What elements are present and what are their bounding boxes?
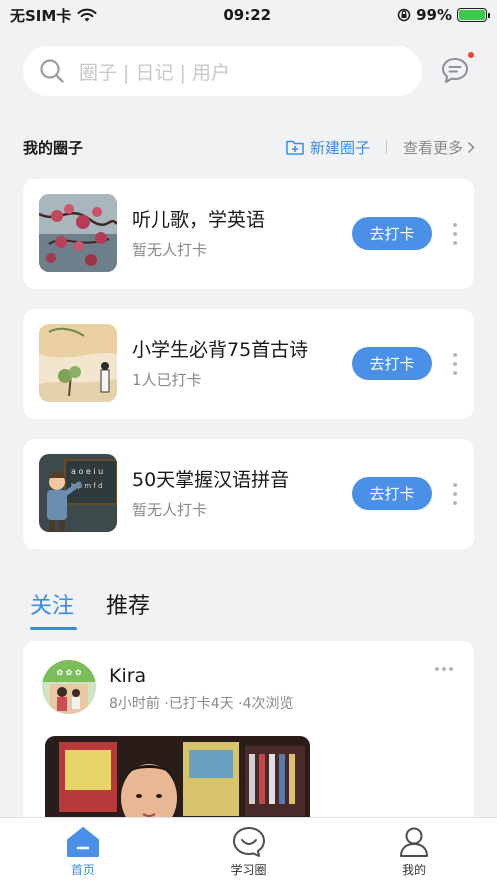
nav-study-circle-label: 学习圈 <box>230 863 267 877</box>
feed-tabs: 关注 推荐 <box>30 588 150 630</box>
carrier-label: 无SIM卡 <box>10 6 72 25</box>
more-options-icon[interactable] <box>451 353 459 375</box>
profile-icon <box>400 827 429 857</box>
circle-thumbnail <box>39 194 117 272</box>
home-icon <box>66 827 99 857</box>
checkin-button[interactable]: 去打卡 <box>352 477 432 510</box>
feed-post[interactable]: ✿ ✿ ✿ Kira 8小时前 ·已打卡4天 ·4次浏览 <box>23 641 474 846</box>
status-time: 09:22 <box>223 6 272 24</box>
nav-study-circle[interactable]: 学习圈 <box>166 818 332 883</box>
post-username[interactable]: Kira <box>109 665 146 687</box>
circle-name: 50天掌握汉语拼音 <box>132 469 290 491</box>
circle-name: 小学生必背75首古诗 <box>132 339 309 361</box>
view-more-label: 查看更多 <box>402 138 463 157</box>
nav-home-label: 首页 <box>70 863 95 877</box>
message-badge <box>468 52 474 58</box>
bottom-nav: 首页 学习圈 我的 <box>0 817 497 883</box>
checkin-button[interactable]: 去打卡 <box>352 347 432 380</box>
chat-bubble-icon <box>232 827 265 857</box>
avatar[interactable]: ✿ ✿ ✿ <box>42 660 96 714</box>
new-circle-button[interactable]: 新建圈子 <box>286 137 370 158</box>
battery-percent: 99% <box>416 6 452 24</box>
search-placeholder: 圈子 | 日记 | 用户 <box>79 61 230 84</box>
circle-status: 1人已打卡 <box>132 371 202 389</box>
circle-status: 暂无人打卡 <box>132 501 208 519</box>
post-more-icon[interactable] <box>435 667 453 671</box>
my-circles-header: 我的圈子 新建圈子 查看更多 <box>23 134 475 160</box>
message-icon[interactable] <box>440 56 470 86</box>
status-bar: 无SIM卡 09:22 99% <box>0 0 497 30</box>
new-folder-icon <box>286 140 304 155</box>
status-right: 99% <box>397 6 490 24</box>
chevron-right-icon <box>467 141 475 153</box>
view-more-link[interactable]: 查看更多 <box>403 137 475 158</box>
divider <box>385 140 387 154</box>
search-bar[interactable]: 圈子 | 日记 | 用户 <box>23 46 422 96</box>
circle-name: 听儿歌，学英语 <box>132 209 266 231</box>
more-options-icon[interactable] <box>451 223 459 245</box>
tab-following[interactable]: 关注 <box>30 588 78 630</box>
wifi-icon <box>77 8 97 21</box>
more-options-icon[interactable] <box>451 483 459 505</box>
circle-card[interactable]: 小学生必背75首古诗 1人已打卡 去打卡 <box>23 309 474 419</box>
nav-home[interactable]: 首页 <box>0 818 166 883</box>
circle-thumbnail: a o e i u b p m f d <box>39 454 117 532</box>
my-circles-actions: 新建圈子 查看更多 <box>286 137 475 158</box>
new-circle-label: 新建圈子 <box>309 138 370 157</box>
status-left: 无SIM卡 <box>10 5 97 26</box>
my-circles-title: 我的圈子 <box>23 138 84 157</box>
orientation-lock-icon <box>397 8 411 22</box>
circle-thumbnail <box>39 324 117 402</box>
circle-status: 暂无人打卡 <box>132 241 208 259</box>
post-meta: 8小时前 ·已打卡4天 ·4次浏览 <box>109 696 294 712</box>
search-icon <box>40 59 64 83</box>
nav-profile-label: 我的 <box>402 863 427 877</box>
battery-icon <box>457 8 490 22</box>
svg-text:✿ ✿ ✿: ✿ ✿ ✿ <box>56 668 81 677</box>
nav-profile[interactable]: 我的 <box>331 818 497 883</box>
tab-recommended[interactable]: 推荐 <box>106 588 150 626</box>
svg-text:a o e i u: a o e i u <box>71 467 103 476</box>
circle-card[interactable]: a o e i u b p m f d 50天掌握汉语拼音 暂无人打卡 去打卡 <box>23 439 474 549</box>
circle-card[interactable]: 听儿歌，学英语 暂无人打卡 去打卡 <box>23 179 474 289</box>
checkin-button[interactable]: 去打卡 <box>352 217 432 250</box>
